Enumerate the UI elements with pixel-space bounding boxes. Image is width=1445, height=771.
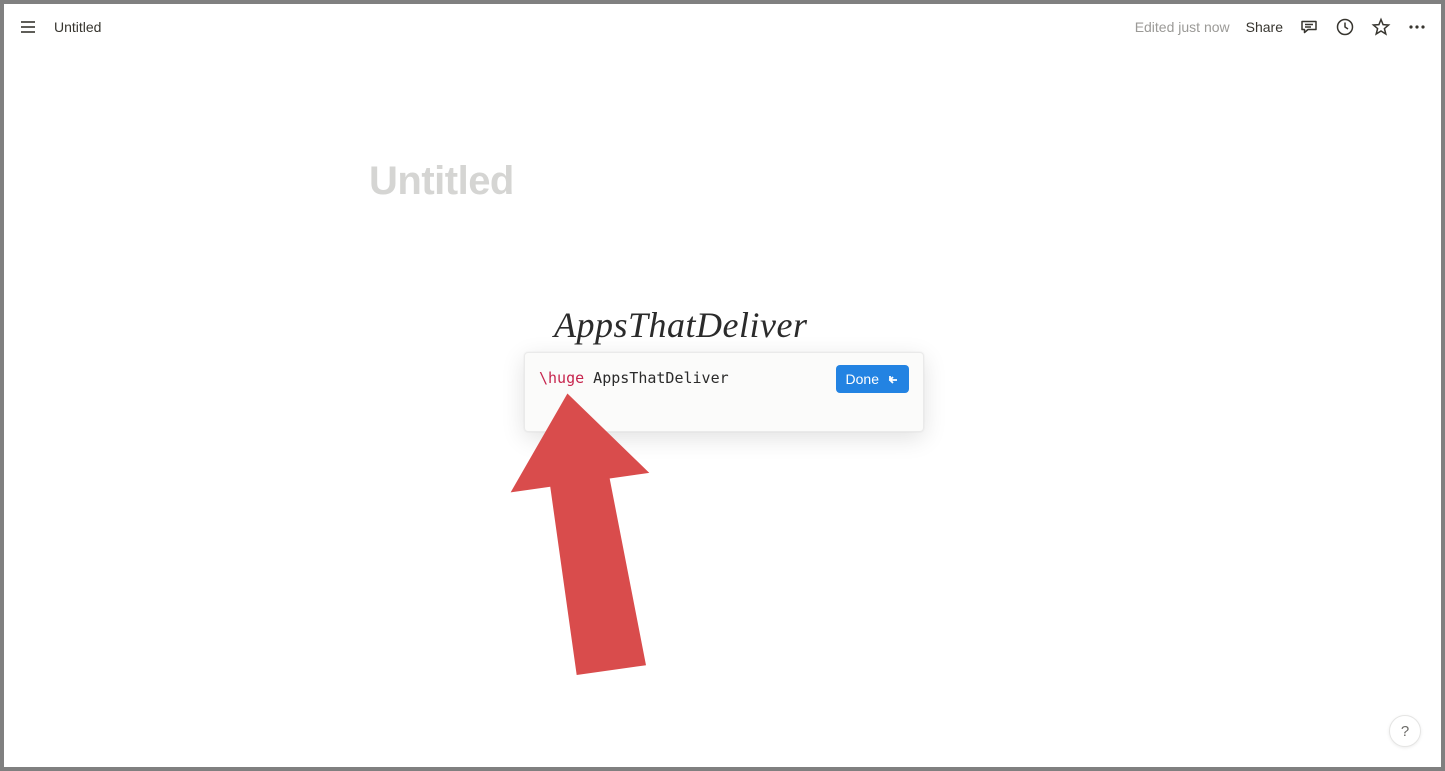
topbar-right: Edited just now Share [1135, 17, 1427, 37]
share-button[interactable]: Share [1246, 19, 1283, 35]
page-title[interactable]: Untitled [369, 159, 514, 204]
latex-command-token: \huge [539, 369, 584, 387]
star-icon[interactable] [1371, 17, 1391, 37]
topbar: Untitled Edited just now Share [4, 4, 1441, 49]
topbar-left: Untitled [18, 17, 101, 37]
return-icon [885, 372, 899, 386]
menu-icon[interactable] [18, 17, 38, 37]
more-icon[interactable] [1407, 17, 1427, 37]
breadcrumb-title[interactable]: Untitled [54, 19, 101, 35]
comments-icon[interactable] [1299, 17, 1319, 37]
done-button[interactable]: Done [836, 365, 909, 393]
equation-rendered[interactable]: AppsThatDeliver [554, 304, 807, 346]
help-icon: ? [1401, 723, 1409, 740]
latex-text-token: AppsThatDeliver [584, 369, 729, 387]
done-button-label: Done [846, 371, 879, 387]
history-icon[interactable] [1335, 17, 1355, 37]
page-body: Untitled AppsThatDeliver \huge AppsThatD… [4, 49, 1441, 767]
help-button[interactable]: ? [1389, 715, 1421, 747]
equation-input[interactable]: \huge AppsThatDeliver [539, 365, 824, 387]
annotation-arrow [504, 392, 674, 707]
equation-editor: \huge AppsThatDeliver Done [524, 352, 924, 432]
app-frame: Untitled Edited just now Share [4, 4, 1441, 767]
edit-status: Edited just now [1135, 19, 1230, 35]
